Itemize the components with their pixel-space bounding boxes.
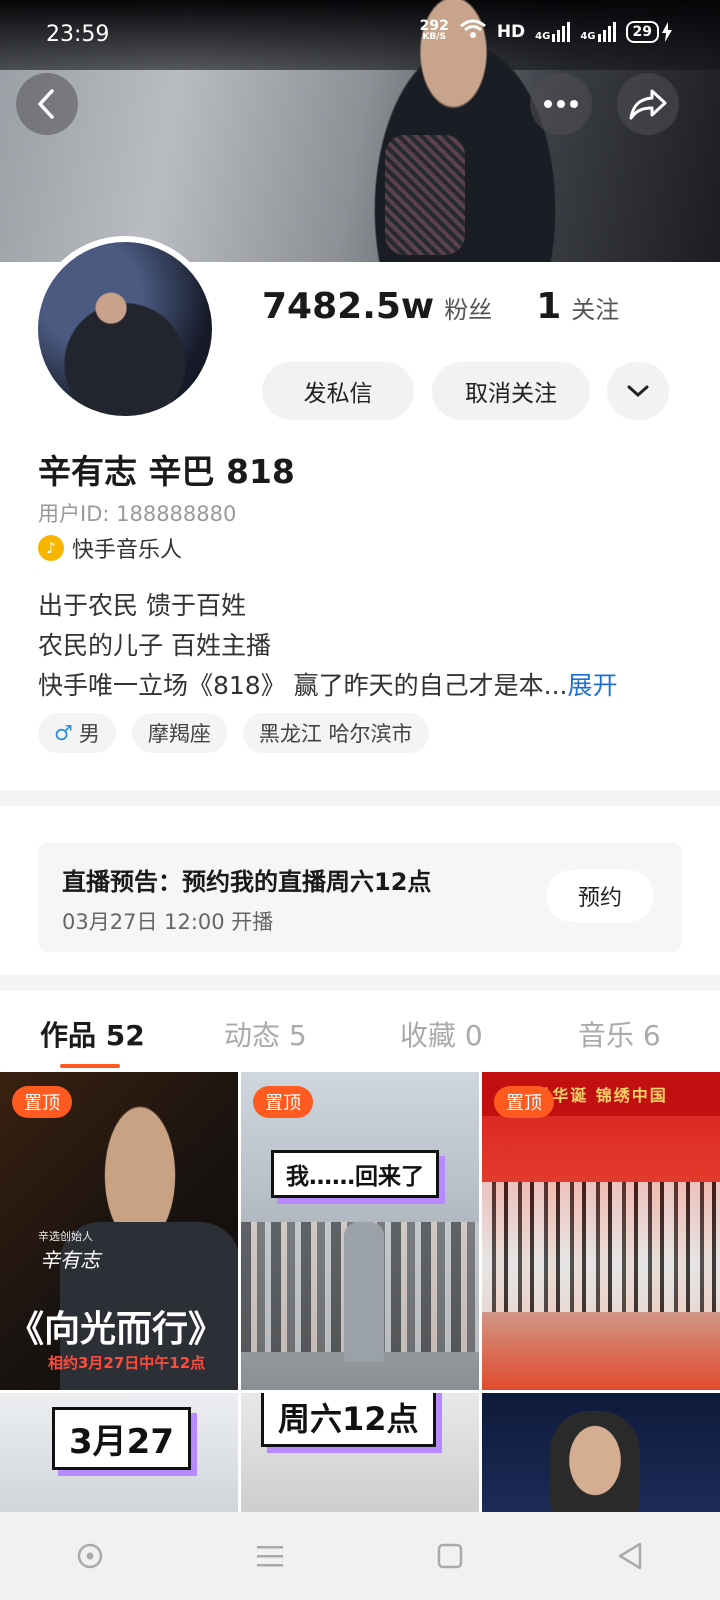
- pinned-badge: 置顶: [253, 1086, 313, 1118]
- video-thumbnail[interactable]: 辛选创始人 辛有志 《向光而行》 相约3月27日中午12点 置顶: [0, 1072, 238, 1390]
- profile-stats: 7482.5w 粉丝 1 关注: [262, 286, 619, 327]
- battery-icon: 29: [625, 20, 672, 43]
- works-grid: 辛选创始人 辛有志 《向光而行》 相约3月27日中午12点 置顶 我……回来了 …: [0, 1072, 720, 1523]
- signal2-label: 4G: [580, 30, 596, 42]
- net-speed: 292 KB/S: [419, 17, 449, 43]
- thumb-signature: 辛有志: [40, 1248, 100, 1272]
- status-icons: 292 KB/S HD 4G 4G 29: [420, 18, 672, 45]
- chevron-left-icon: [37, 89, 54, 119]
- thumb-crowd: [482, 1182, 720, 1312]
- tag-location: 黑龙江 哈尔滨市: [242, 713, 429, 753]
- bio-line: 出于农民 馈于百姓: [38, 591, 246, 620]
- net-speed-unit: KB/S: [422, 31, 447, 42]
- menu-icon[interactable]: [245, 1531, 295, 1581]
- thumb-subtitle: 辛选创始人: [38, 1230, 93, 1243]
- battery-level: 29: [625, 20, 659, 43]
- video-thumbnail[interactable]: 3月27: [0, 1393, 238, 1523]
- reserve-button[interactable]: 预约: [546, 870, 654, 922]
- section-divider: [0, 790, 720, 806]
- back-triangle-icon[interactable]: [605, 1531, 655, 1581]
- bio-line: 农民的儿子 百姓主播: [38, 631, 271, 660]
- tab-music[interactable]: 音乐 6: [578, 1014, 661, 1054]
- signal-icon-2: 4G: [580, 21, 616, 42]
- status-bar: 23:59 292 KB/S HD 4G 4G 29: [0, 0, 720, 70]
- badge-label: 快手音乐人: [72, 538, 183, 563]
- live-notice-card[interactable]: 直播预告：预约我的直播周六12点 03月27日 12:00 开播 预约: [38, 842, 682, 952]
- tab-favorites[interactable]: 收藏 0: [400, 1014, 483, 1054]
- cover-jacket: [385, 135, 465, 255]
- status-time: 23:59: [46, 22, 110, 47]
- profile-name: 辛有志 辛巴 818: [38, 452, 295, 491]
- share-button[interactable]: [617, 73, 679, 135]
- share-icon: [629, 89, 667, 120]
- avatar[interactable]: [32, 236, 218, 422]
- chevron-down-icon: [627, 385, 649, 398]
- system-nav-bar: [0, 1512, 720, 1600]
- more-button[interactable]: [530, 73, 592, 135]
- pinned-badge: 置顶: [12, 1086, 72, 1118]
- live-notice-title: 直播预告：预约我的直播周六12点: [62, 868, 432, 896]
- thumb-figure: [344, 1222, 384, 1362]
- thumb-figure: [550, 1411, 640, 1521]
- tag-gender-label: 男: [78, 722, 100, 746]
- home-icon[interactable]: [425, 1531, 475, 1581]
- signal1-label: 4G: [535, 30, 551, 42]
- video-thumbnail[interactable]: [482, 1393, 720, 1523]
- following-label[interactable]: 关注: [571, 290, 619, 325]
- tab-works[interactable]: 作品 52: [40, 1014, 145, 1054]
- profile-tags: ♂ 男 摩羯座 黑龙江 哈尔滨市: [38, 713, 429, 753]
- send-message-button[interactable]: 发私信: [262, 362, 414, 420]
- male-icon: ♂: [54, 721, 73, 745]
- bio-expand-link[interactable]: 展开: [568, 671, 618, 700]
- expand-recommend-button[interactable]: [607, 362, 669, 420]
- net-speed-value: 292: [419, 17, 449, 34]
- following-count[interactable]: 1: [536, 286, 561, 327]
- thumb-title: 《向光而行》: [8, 1308, 225, 1350]
- section-divider: [0, 975, 720, 991]
- music-creator-badge[interactable]: ♪ 快手音乐人: [38, 532, 182, 564]
- bio-line-last: 快手唯一立场《818》 赢了昨天的自己才是本...展开: [38, 666, 618, 706]
- video-thumbnail[interactable]: 我……回来了 置顶: [241, 1072, 479, 1390]
- thumb-date: 相约3月27日中午12点: [48, 1354, 206, 1372]
- more-dots-icon: [544, 100, 578, 108]
- back-button[interactable]: [16, 73, 78, 135]
- user-id[interactable]: 用户ID: 188888880: [38, 498, 236, 528]
- pinned-badge: 置顶: [494, 1086, 554, 1118]
- thumb-caption: 3月27: [52, 1407, 191, 1470]
- wifi-icon: [459, 18, 487, 45]
- live-notice-time: 03月27日 12:00 开播: [62, 910, 274, 934]
- avatar-image: [38, 242, 212, 416]
- video-thumbnail[interactable]: 世华诞 锦绣中国 置顶: [482, 1072, 720, 1390]
- video-thumbnail[interactable]: 周六12点: [241, 1393, 479, 1523]
- unfollow-button[interactable]: 取消关注: [432, 362, 590, 420]
- bio-line: 快手唯一立场《818》 赢了昨天的自己才是本...: [38, 671, 568, 700]
- tag-gender: ♂ 男: [38, 713, 116, 753]
- thumb-caption: 我……回来了: [271, 1150, 439, 1198]
- signal-icon-1: 4G: [535, 21, 571, 42]
- active-tab-indicator: [60, 1064, 120, 1068]
- content-tabs: 作品 52 动态 5 收藏 0 音乐 6: [0, 1000, 720, 1072]
- followers-label[interactable]: 粉丝: [444, 290, 492, 325]
- thumb-caption: 周六12点: [261, 1393, 436, 1447]
- tag-zodiac: 摩羯座: [131, 713, 227, 753]
- music-note-icon: ♪: [38, 535, 64, 561]
- followers-count[interactable]: 7482.5w: [262, 286, 434, 327]
- tab-moments[interactable]: 动态 5: [224, 1014, 307, 1054]
- assistant-icon[interactable]: [65, 1531, 115, 1581]
- hd-label: HD: [496, 21, 526, 42]
- profile-bio: 出于农民 馈于百姓 农民的儿子 百姓主播 快手唯一立场《818》 赢了昨天的自己…: [38, 586, 618, 706]
